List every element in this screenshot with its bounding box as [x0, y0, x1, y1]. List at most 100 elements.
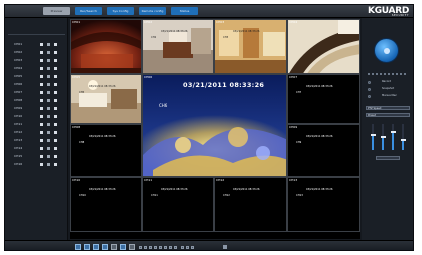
video-cell-ch09[interactable]: CH09 03/21/2011 08:33:26 CH9 [287, 124, 360, 177]
tab-rec-search[interactable]: Rec/Search [75, 7, 102, 15]
channel-row[interactable]: CH13 [14, 138, 64, 142]
channel-row[interactable]: CH10 [14, 114, 64, 118]
contrast-slider[interactable] [380, 124, 386, 150]
camera-icon[interactable] [47, 58, 50, 62]
page-icon[interactable] [149, 246, 152, 249]
folder-icon[interactable] [54, 58, 57, 62]
folder-icon[interactable] [54, 66, 57, 70]
camera-icon[interactable] [47, 106, 50, 110]
record-icon[interactable] [40, 138, 43, 142]
record-icon[interactable] [40, 98, 43, 102]
page-icon[interactable] [164, 246, 167, 249]
camera-icon[interactable] [47, 162, 50, 166]
folder-icon[interactable] [54, 154, 57, 158]
tab-preview[interactable]: Preview [43, 7, 70, 15]
channel-row[interactable]: CH12 [14, 130, 64, 134]
record-icon[interactable] [40, 122, 43, 126]
folder-icon[interactable] [54, 42, 57, 46]
ptz-joystick[interactable] [374, 38, 399, 63]
folder-icon[interactable] [54, 90, 57, 94]
option-record[interactable]: Record [368, 80, 412, 84]
option-manual-rec[interactable]: Manual Rec [368, 94, 412, 98]
record-icon[interactable] [40, 66, 43, 70]
video-cell-ch04[interactable]: CH04 [287, 19, 360, 74]
video-cell-ch02[interactable]: CH02 03/21/2011 08:33:26 CH2 [142, 19, 214, 74]
page-icon[interactable] [139, 246, 142, 249]
folder-icon[interactable] [54, 138, 57, 142]
page-icon[interactable] [186, 246, 189, 249]
video-cell-ch13[interactable]: CH13 03/21/2011 08:33:26 CH13 [287, 177, 360, 232]
record-icon[interactable] [40, 58, 43, 62]
channel-row[interactable]: CH06 [14, 82, 64, 86]
video-cell-ch10[interactable]: CH10 03/21/2011 08:33:26 CH10 [70, 177, 142, 232]
folder-icon[interactable] [54, 122, 57, 126]
radio-icon[interactable] [368, 87, 371, 91]
video-cell-ch05[interactable]: CH05 03/21/2011 08:33:26 CH5 [70, 74, 142, 124]
camera-icon[interactable] [47, 146, 50, 150]
option-snapshot[interactable]: Snapshot [368, 87, 412, 91]
record-icon[interactable] [40, 82, 43, 86]
page-icon[interactable] [154, 246, 157, 249]
video-cell-ch06-enlarged[interactable]: CH06 03/21/2011 08:33:26 CH6 [142, 74, 287, 177]
layout-4-button[interactable] [84, 244, 90, 250]
channel-row[interactable]: CH11 [14, 122, 64, 126]
channel-row[interactable]: CH03 [14, 58, 64, 62]
folder-icon[interactable] [54, 162, 57, 166]
page-icon[interactable] [144, 246, 147, 249]
page-icon[interactable] [174, 246, 177, 249]
saturation-slider[interactable] [390, 124, 396, 150]
page-icon[interactable] [159, 246, 162, 249]
tab-status[interactable]: Status [171, 7, 198, 15]
default-button[interactable] [376, 156, 400, 160]
preset-dropdown[interactable]: Preset [366, 113, 410, 117]
page-icon[interactable] [181, 246, 184, 249]
camera-icon[interactable] [47, 42, 50, 46]
hue-slider[interactable] [400, 124, 406, 150]
folder-icon[interactable] [54, 106, 57, 110]
channel-row[interactable]: CH15 [14, 154, 64, 158]
camera-icon[interactable] [47, 122, 50, 126]
folder-icon[interactable] [54, 98, 57, 102]
record-icon[interactable] [40, 162, 43, 166]
video-cell-ch12[interactable]: CH12 03/21/2011 08:33:26 CH12 [214, 177, 287, 232]
brightness-slider[interactable] [370, 124, 376, 150]
camera-icon[interactable] [47, 98, 50, 102]
record-icon[interactable] [40, 106, 43, 110]
page-icon[interactable] [169, 246, 172, 249]
channel-row[interactable]: CH05 [14, 74, 64, 78]
folder-icon[interactable] [54, 74, 57, 78]
record-icon[interactable] [40, 90, 43, 94]
video-cell-ch11[interactable]: CH11 03/21/2011 08:33:26 CH11 [142, 177, 214, 232]
video-cell-ch07[interactable]: CH07 03/21/2011 08:33:26 CH7 [287, 74, 360, 124]
folder-icon[interactable] [54, 130, 57, 134]
video-cell-ch03[interactable]: CH03 03/21/2011 08:33:26 CH3 [214, 19, 287, 74]
ptz-center-button[interactable] [384, 48, 390, 54]
camera-icon[interactable] [47, 154, 50, 158]
record-icon[interactable] [40, 114, 43, 118]
page-icon[interactable] [191, 246, 194, 249]
radio-icon[interactable] [368, 94, 371, 98]
tab-remote-config[interactable]: Remote config [139, 7, 166, 15]
folder-icon[interactable] [54, 82, 57, 86]
record-icon[interactable] [40, 50, 43, 54]
camera-icon[interactable] [47, 114, 50, 118]
folder-icon[interactable] [54, 50, 57, 54]
channel-row[interactable]: CH04 [14, 66, 64, 70]
folder-icon[interactable] [54, 146, 57, 150]
layout-16-button[interactable] [102, 244, 108, 250]
channel-row[interactable]: CH16 [14, 162, 64, 166]
channel-row[interactable]: CH01 [14, 42, 64, 46]
fullscreen-button[interactable] [111, 244, 117, 250]
record-icon[interactable] [40, 154, 43, 158]
channel-row[interactable]: CH07 [14, 90, 64, 94]
channel-row[interactable]: CH14 [14, 146, 64, 150]
stop-all-button[interactable] [129, 244, 135, 250]
record-icon[interactable] [40, 74, 43, 78]
folder-icon[interactable] [54, 114, 57, 118]
camera-icon[interactable] [47, 66, 50, 70]
camera-icon[interactable] [47, 50, 50, 54]
camera-icon[interactable] [47, 82, 50, 86]
ptz-speed-dropdown[interactable]: PTZ Speed [366, 106, 410, 110]
record-icon[interactable] [40, 42, 43, 46]
settings-icon[interactable] [223, 245, 227, 249]
